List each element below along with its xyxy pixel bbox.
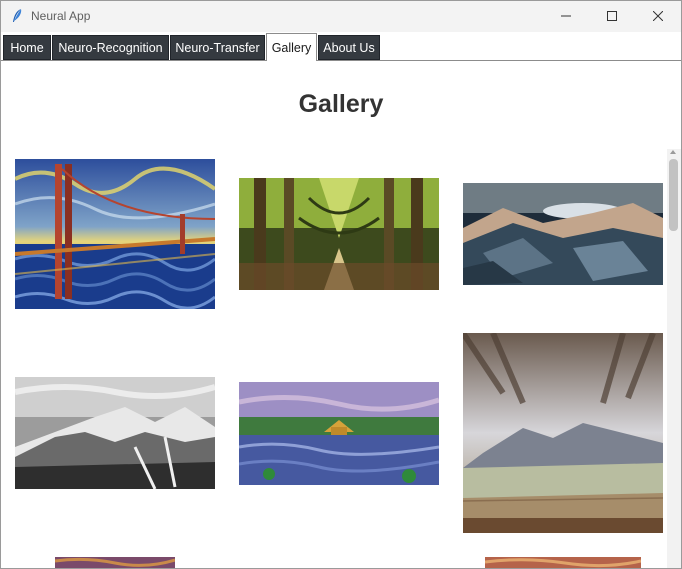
close-button[interactable] (635, 1, 681, 32)
tab-gallery[interactable]: Gallery (266, 33, 317, 61)
app-window: Neural App Home Neuro-Recognition Neuro-… (0, 0, 682, 569)
minimize-icon (561, 8, 571, 26)
gallery-image-golden-gate[interactable] (15, 159, 215, 309)
gallery-image-partial-right[interactable] (485, 557, 641, 568)
maximize-button[interactable] (589, 1, 635, 32)
scroll-up-arrow-icon[interactable] (670, 150, 676, 154)
tab-home[interactable]: Home (3, 35, 51, 60)
gallery-image-mountain-valley[interactable] (463, 333, 663, 533)
gallery-image-snowy-mountains[interactable] (15, 377, 215, 489)
vertical-scrollbar[interactable] (667, 149, 681, 568)
tab-bar: Home Neuro-Recognition Neuro-Transfer Ga… (1, 33, 681, 61)
page-title: Gallery (298, 90, 384, 118)
tab-neuro-transfer[interactable]: Neuro-Transfer (170, 35, 265, 60)
gallery-image-lake-temple[interactable] (239, 382, 439, 485)
title-bar: Neural App (1, 1, 681, 32)
gallery-image-mountain-lake[interactable] (463, 183, 663, 285)
window-title: Neural App (31, 9, 91, 23)
gallery-image-partial-left[interactable] (55, 557, 175, 568)
feather-icon (10, 8, 24, 24)
tab-neuro-recognition[interactable]: Neuro-Recognition (52, 35, 169, 60)
close-icon (652, 8, 664, 26)
maximize-icon (607, 8, 617, 26)
gallery-image-forest[interactable] (239, 178, 439, 290)
scrollbar-thumb[interactable] (669, 159, 678, 231)
minimize-button[interactable] (543, 1, 589, 32)
tab-about-us[interactable]: About Us (318, 35, 380, 60)
